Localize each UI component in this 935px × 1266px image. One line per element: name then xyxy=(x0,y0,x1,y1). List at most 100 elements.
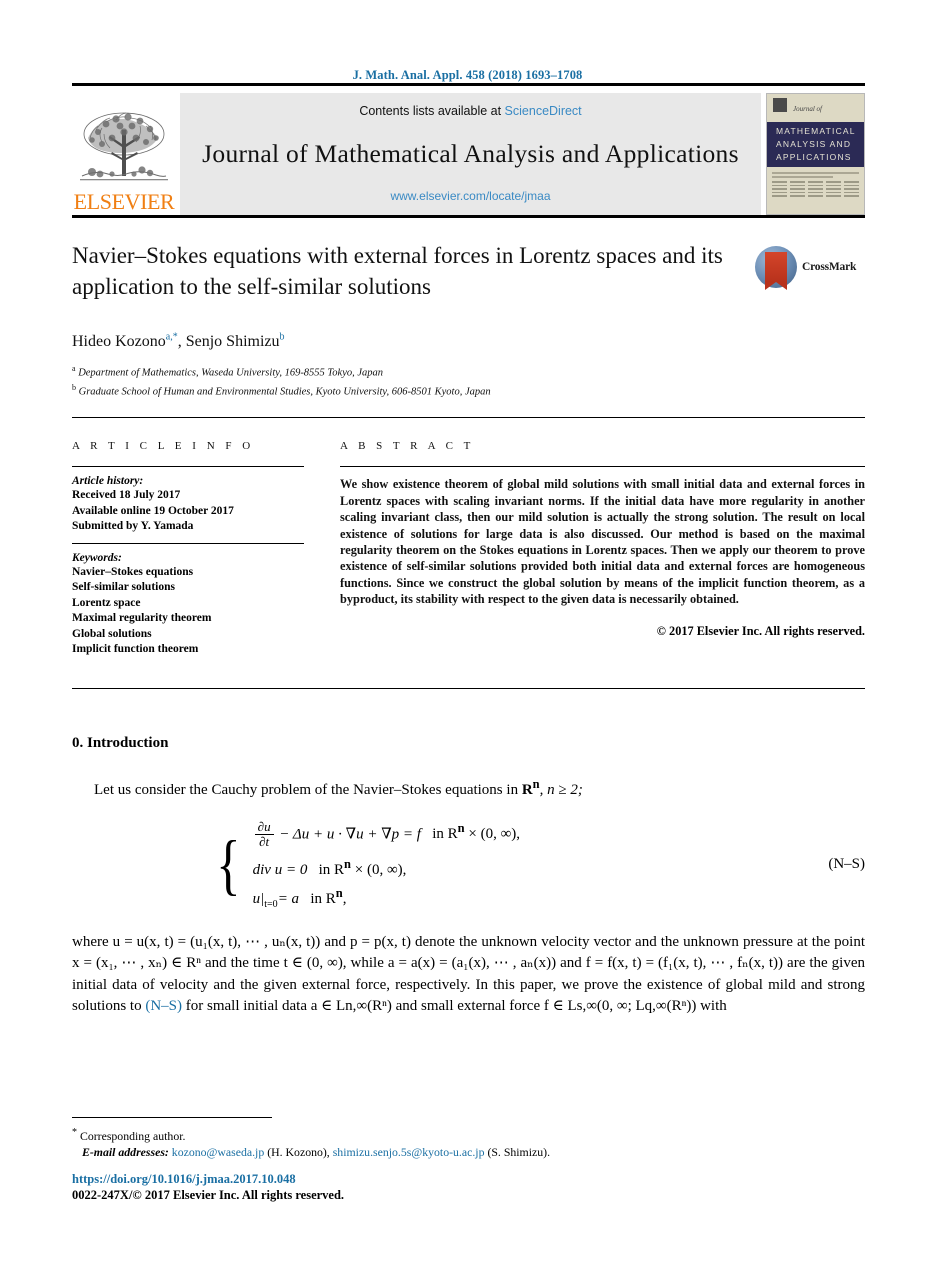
journal-title: Journal of Mathematical Analysis and App… xyxy=(202,138,739,168)
cover-tick xyxy=(772,184,787,186)
cover-tick xyxy=(808,191,823,193)
cover-tick xyxy=(844,191,859,193)
email-link-kozono[interactable]: kozono@waseda.jp xyxy=(172,1145,264,1159)
corresponding-author-note: * Corresponding author. xyxy=(72,1125,865,1144)
cover-top: Journal of xyxy=(767,94,864,122)
equation-line-3-domain-sup: n xyxy=(335,885,343,900)
issn-copyright-line: 0022-247X/© 2017 Elsevier Inc. All right… xyxy=(72,1188,345,1202)
equation-line-1-domain-sup: n xyxy=(457,821,465,836)
equation-line-1-domain-tail: × (0, ∞), xyxy=(468,826,521,843)
email-label: E-mail addresses: xyxy=(82,1145,169,1159)
email1-owner: (H. Kozono), xyxy=(267,1145,330,1159)
cover-tick xyxy=(790,188,805,190)
paper-page: J. Math. Anal. Appl. 458 (2018) 1693–170… xyxy=(0,0,935,1266)
equation-line-2-domain-text: in R xyxy=(318,861,345,878)
equation-tag: (N–S) xyxy=(828,856,865,873)
keyword-item: Implicit function theorem xyxy=(72,642,199,655)
keywords-group: Keywords: Navier–Stokes equations Self-s… xyxy=(72,544,304,666)
email-link-shimizu[interactable]: shimizu.senjo.5s@kyoto-u.ac.jp xyxy=(333,1145,485,1159)
sciencedirect-link[interactable]: ScienceDirect xyxy=(505,104,582,118)
section-title: Introduction xyxy=(87,735,169,752)
cover-rule xyxy=(772,172,859,174)
history-item: Available online 19 October 2017 xyxy=(72,504,234,517)
footnote-area: * Corresponding author. E-mail addresses… xyxy=(72,1117,865,1203)
affiliation-a: a Department of Mathematics, Waseda Univ… xyxy=(72,362,865,381)
paragraph-where: where u = u(x, t) = (u₁(x, t), ⋯ , uₙ(x,… xyxy=(72,932,865,1018)
cover-band-line1: MATHEMATICAL xyxy=(776,126,856,136)
fraction-denominator: ∂t xyxy=(259,834,270,850)
email2-owner: (S. Shimizu). xyxy=(487,1145,551,1159)
equation-line-1-domain-text: in R xyxy=(432,826,458,843)
cover-tick xyxy=(772,195,787,197)
cover-journal-of-label: Journal of xyxy=(793,105,822,113)
cover-column xyxy=(790,181,805,199)
cover-rule xyxy=(772,176,833,178)
equation-brace: { xyxy=(216,826,241,903)
history-item: Received 18 July 2017 xyxy=(72,489,181,502)
cover-band-line3: APPLICATIONS xyxy=(776,152,852,162)
journal-homepage-link[interactable]: www.elsevier.com/locate/jmaa xyxy=(390,189,550,203)
contents-available-line: Contents lists available at ScienceDirec… xyxy=(359,104,581,118)
article-history-group: Article history: Received 18 July 2017 A… xyxy=(72,467,304,543)
equation-lines: ∂u ∂t − Δu + u · ∇u + ∇p = f in Rn × (0,… xyxy=(253,819,521,910)
title-block: Navier–Stokes equations with external fo… xyxy=(72,218,865,302)
keyword-item: Lorentz space xyxy=(72,596,141,609)
equation-line-3-lhs: u| xyxy=(252,890,265,907)
cover-tick xyxy=(844,188,859,190)
article-info-heading: A R T I C L E I N F O xyxy=(72,440,255,453)
affiliations: a Department of Mathematics, Waseda Univ… xyxy=(72,362,865,399)
equation-line-3: u|t=0= a in Rn, xyxy=(253,886,520,910)
cover-tick xyxy=(772,188,787,190)
partial-derivative-fraction: ∂u ∂t xyxy=(254,819,274,850)
fraction-numerator: ∂u xyxy=(254,819,274,836)
intro-lead-tail: , n ≥ 2; xyxy=(539,782,583,799)
cover-tick xyxy=(772,181,787,183)
section-heading-introduction: 0. Introduction xyxy=(72,735,865,752)
equation-ns: { ∂u ∂t − Δu + u · ∇u + ∇p = f in Rn × (… xyxy=(72,819,865,910)
equation-line-1-expression: − Δu + u · ∇u + ∇p = f xyxy=(279,826,421,843)
equation-line-2-domain: in Rn × (0, ∞), xyxy=(318,857,407,878)
article-history-title: Article history: xyxy=(72,475,144,488)
affil-a-text: Department of Mathematics, Waseda Univer… xyxy=(78,367,384,379)
affil-b-text: Graduate School of Human and Environment… xyxy=(78,386,491,398)
keywords-title: Keywords: xyxy=(72,551,122,564)
equation-cross-reference[interactable]: (N–S) xyxy=(145,998,182,1014)
contents-prefix: Contents lists available at xyxy=(359,104,505,118)
affiliation-b: b Graduate School of Human and Environme… xyxy=(72,381,865,400)
cover-tick xyxy=(808,184,823,186)
abstract-column: A B S T R A C T We show existence theore… xyxy=(340,440,865,666)
article-info-column: A R T I C L E I N F O Article history: R… xyxy=(72,440,340,666)
author-list: Hideo Kozonoa,*, Senjo Shimizub xyxy=(72,332,865,351)
crossmark-bookmark-shape xyxy=(765,252,787,290)
doi-link[interactable]: https://doi.org/10.1016/j.jmaa.2017.10.0… xyxy=(72,1172,865,1187)
intro-lead-text: Let us consider the Cauchy problem of th… xyxy=(94,782,519,799)
cover-tick xyxy=(826,191,841,193)
cover-band-line2: ANALYSIS AND xyxy=(776,139,852,149)
cover-body xyxy=(767,167,864,214)
footnote-rule xyxy=(72,1117,272,1119)
corresponding-marker: * xyxy=(72,1127,77,1139)
abstract-heading: A B S T R A C T xyxy=(340,440,475,453)
keyword-item: Navier–Stokes equations xyxy=(72,565,194,578)
equation-line-2-expression: div u = 0 xyxy=(252,861,308,878)
paragraph-where-text: where u = u(x, t) = (u₁(x, t), ⋯ , uₙ(x,… xyxy=(72,933,865,1015)
article-body: 0. Introduction Let us consider the Cauc… xyxy=(72,689,865,1018)
abstract-copyright: © 2017 Elsevier Inc. All rights reserved… xyxy=(656,623,865,638)
equation-line-3-subscript: t=0 xyxy=(264,898,278,910)
journal-cover-thumbnail[interactable]: Journal of MATHEMATICAL ANALYSIS AND APP… xyxy=(766,93,865,215)
cover-tick xyxy=(790,191,805,193)
cover-tick xyxy=(790,184,805,186)
page-title: Navier–Stokes equations with external fo… xyxy=(72,243,723,299)
equation-line-3-domain-tail: , xyxy=(342,890,347,907)
intro-lead-domain-symbol: R xyxy=(521,782,533,799)
crossmark-badge[interactable]: CrossMark xyxy=(755,240,865,290)
equation-line-1-domain: in Rn × (0, ∞), xyxy=(432,821,521,843)
cover-tick xyxy=(826,181,841,183)
equation-line-2: div u = 0 in Rn × (0, ∞), xyxy=(253,857,520,879)
cover-tick xyxy=(808,188,823,190)
journal-banner: Contents lists available at ScienceDirec… xyxy=(180,93,761,215)
crossmark-icon xyxy=(755,246,797,290)
journal-masthead: ELSEVIER Contents lists available at Sci… xyxy=(72,83,865,215)
crossmark-label: CrossMark xyxy=(802,261,857,273)
cover-column xyxy=(808,181,823,199)
